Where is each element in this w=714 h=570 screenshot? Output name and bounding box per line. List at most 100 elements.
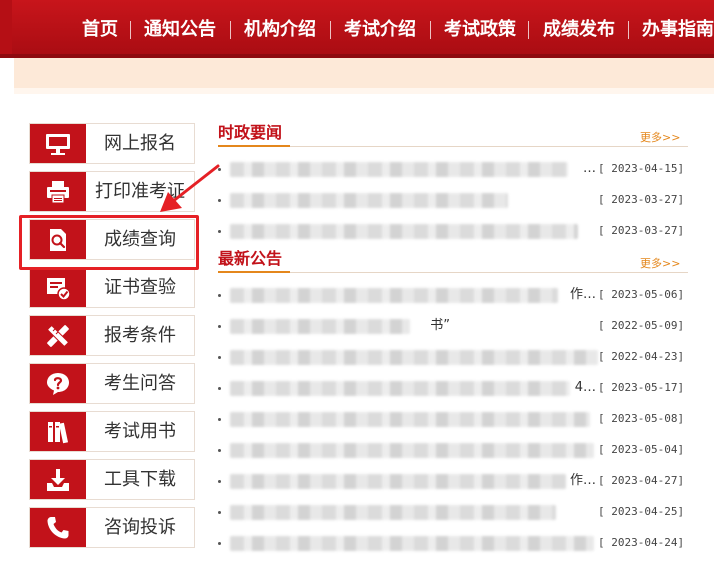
bullet-icon (218, 325, 221, 328)
nav-separator (430, 21, 431, 39)
section-divider-accent (218, 271, 290, 273)
sidebar-item-online-registration[interactable]: 网上报名 (29, 123, 195, 164)
monitor-icon (46, 134, 70, 155)
sidebar-icon-box (30, 460, 86, 499)
news-row[interactable]: 作… [ 2023-04-27] (218, 471, 688, 491)
sidebar-item-exam-requirements[interactable]: 报考条件 (29, 315, 195, 356)
nav-item-exam-intro[interactable]: 考试介绍 (344, 18, 416, 42)
sidebar-item-consult-complaint[interactable]: 咨询投诉 (29, 507, 195, 548)
news-date: [ 2023-03-27] (598, 224, 685, 237)
sub-header-band (14, 58, 714, 88)
news-title (230, 440, 596, 460)
section-title-politics: 时政要闻 (218, 123, 283, 142)
nav-separator (130, 21, 131, 39)
nav-separator (628, 21, 629, 39)
sidebar-item-label: 咨询投诉 (104, 517, 176, 538)
news-row[interactable]: [ 2023-03-27] (218, 221, 688, 241)
news-row[interactable]: [ 2023-05-04] (218, 440, 688, 460)
news-row[interactable]: … [ 2023-04-15] (218, 159, 688, 179)
news-title: 书” (430, 318, 450, 333)
news-title (230, 502, 596, 522)
news-row[interactable]: [ 2023-04-25] (218, 502, 688, 522)
bullet-icon (218, 168, 221, 171)
more-link-notices[interactable]: 更多>> (640, 257, 680, 271)
bullet-icon (218, 449, 221, 452)
bullet-icon (218, 511, 221, 514)
bullet-icon (218, 480, 221, 483)
news-date: [ 2023-05-17] (598, 381, 685, 394)
news-row[interactable]: 书” [ 2022-05-09] (218, 316, 688, 336)
sidebar-item-label: 证书查验 (104, 277, 176, 298)
news-title (230, 409, 596, 429)
sidebar-item-exam-books[interactable]: 考试用书 (29, 411, 195, 452)
news-row[interactable]: 作… [ 2023-05-06] (218, 285, 688, 305)
sidebar-item-faq[interactable]: 考生问答 (29, 363, 195, 404)
section-divider-accent (218, 145, 290, 147)
books-icon (48, 422, 69, 444)
news-title (230, 221, 596, 241)
highlight-box (19, 215, 199, 270)
sidebar-item-label: 考试用书 (104, 421, 176, 442)
news-date: [ 2023-04-15] (598, 162, 685, 175)
arrow-annotation-icon (160, 164, 220, 212)
section-title-notices: 最新公告 (218, 249, 283, 268)
nav-left-accent (0, 0, 12, 58)
phone-icon (47, 517, 69, 539)
sidebar-icon-box (30, 412, 86, 451)
question-icon (47, 373, 69, 395)
news-title: 作… (569, 473, 596, 488)
sidebar-item-label: 报考条件 (104, 325, 176, 346)
nav-item-service-guide[interactable]: 办事指南 (642, 18, 714, 42)
news-row[interactable]: [ 2022-04-23] (218, 347, 688, 367)
news-date: [ 2023-05-04] (598, 443, 685, 456)
more-link-politics[interactable]: 更多>> (640, 131, 680, 145)
news-date: [ 2023-05-06] (598, 288, 685, 301)
nav-item-results[interactable]: 成绩发布 (543, 18, 615, 42)
sidebar-item-label: 考生问答 (104, 373, 176, 394)
news-date: [ 2023-05-08] (598, 412, 685, 425)
nav-item-exam-policy[interactable]: 考试政策 (444, 18, 516, 42)
sidebar-icon-box (30, 364, 86, 403)
bullet-icon (218, 542, 221, 545)
bullet-icon (218, 230, 221, 233)
nav-item-about[interactable]: 机构介绍 (244, 18, 316, 42)
ruler-pencil-icon (47, 325, 69, 347)
nav-separator (230, 21, 231, 39)
nav-separator (528, 21, 529, 39)
sidebar-icon-box (30, 124, 86, 163)
news-date: [ 2023-04-25] (598, 505, 685, 518)
nav-separator (330, 21, 331, 39)
download-tray-icon (47, 469, 69, 491)
bullet-icon (218, 294, 221, 297)
sidebar-item-label: 工具下载 (104, 469, 176, 490)
sidebar-icon-box (30, 508, 86, 547)
news-row[interactable]: [ 2023-05-08] (218, 409, 688, 429)
news-title: 4… (574, 380, 596, 395)
printer-icon (47, 181, 69, 204)
news-row[interactable]: [ 2023-04-24] (218, 533, 688, 553)
sidebar-item-label: 网上报名 (104, 133, 176, 154)
nav-item-home[interactable]: 首页 (82, 18, 118, 42)
bullet-icon (218, 199, 221, 202)
sidebar-icon-box (30, 172, 86, 211)
news-row[interactable]: 4… [ 2023-05-17] (218, 378, 688, 398)
sidebar-item-tool-download[interactable]: 工具下载 (29, 459, 195, 500)
news-title (230, 190, 596, 210)
news-date: [ 2023-04-24] (598, 536, 685, 549)
news-title (230, 533, 596, 553)
news-date: [ 2022-04-23] (598, 350, 685, 363)
bullet-icon (218, 418, 221, 421)
certificate-check-icon (47, 278, 71, 301)
sidebar-item-certificate-check[interactable]: 证书查验 (29, 267, 195, 308)
news-row[interactable]: [ 2023-03-27] (218, 190, 688, 210)
news-title: … (583, 161, 596, 176)
bullet-icon (218, 387, 221, 390)
news-date: [ 2023-04-27] (598, 474, 685, 487)
nav-item-notices[interactable]: 通知公告 (144, 18, 216, 42)
news-date: [ 2023-03-27] (598, 193, 685, 206)
sidebar-icon-box (30, 316, 86, 355)
news-date: [ 2022-05-09] (598, 319, 685, 332)
news-title: 作… (569, 287, 596, 302)
bullet-icon (218, 356, 221, 359)
news-title (230, 347, 596, 367)
